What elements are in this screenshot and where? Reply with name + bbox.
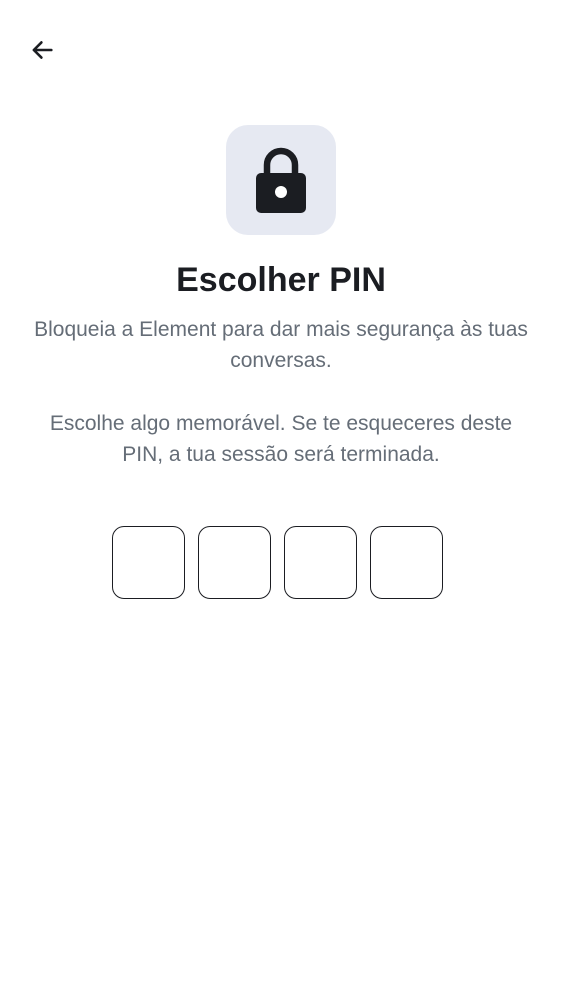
- pin-digit-4[interactable]: [370, 526, 443, 599]
- description-warning: Escolhe algo memorável. Se te esqueceres…: [49, 412, 513, 466]
- pin-digit-1[interactable]: [112, 526, 185, 599]
- pin-digit-2[interactable]: [198, 526, 271, 599]
- arrow-left-icon: [32, 41, 53, 59]
- description-lock: Bloqueia a Element para dar mais seguran…: [34, 318, 528, 372]
- back-button[interactable]: [18, 26, 66, 74]
- choose-pin-screen: Escolher PIN Bloqueia a Element para dar…: [0, 0, 562, 1000]
- pin-digit-3[interactable]: [284, 526, 357, 599]
- lock-icon: [256, 147, 306, 213]
- lock-icon-tile: [226, 125, 336, 235]
- pin-input-row: [112, 526, 443, 599]
- page-title: Escolher PIN: [176, 261, 386, 299]
